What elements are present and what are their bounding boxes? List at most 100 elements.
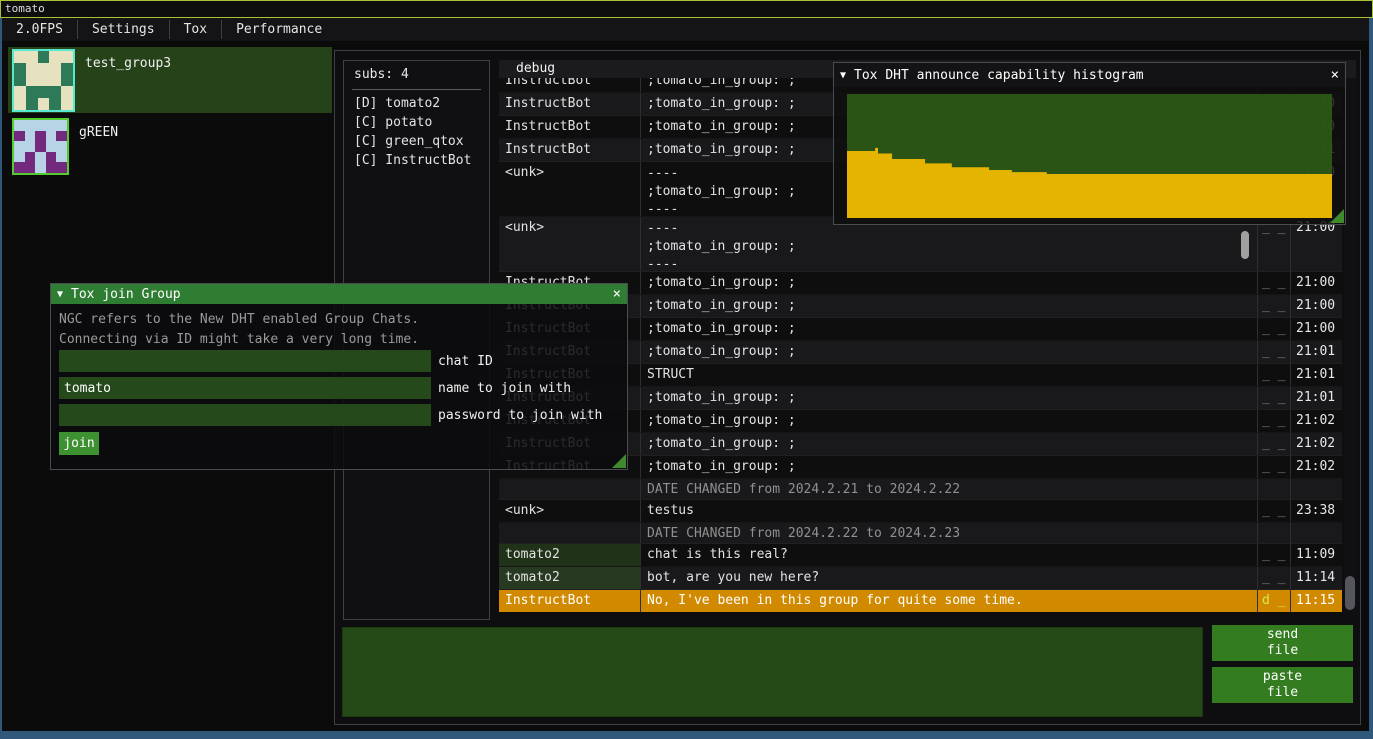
member-item-potato[interactable]: [C] potato <box>344 113 489 132</box>
dht-histogram-title: Tox DHT announce capability histogram <box>854 68 1144 83</box>
avatar-pixel <box>49 98 61 110</box>
sender-name: <unk> <box>499 162 640 216</box>
join-password-label: password to join with <box>438 408 602 423</box>
avatar-pixel <box>61 75 73 87</box>
avatar-pixel <box>35 131 46 142</box>
message-cell-scrollbar[interactable] <box>1241 231 1249 259</box>
menu-item-2-0fps[interactable]: 2.0FPS <box>2 18 77 41</box>
dht-histogram-plot <box>847 94 1332 218</box>
paste-file-button[interactable]: paste file <box>1212 667 1353 703</box>
message-text: ;tomato_in_group: ; <box>640 387 1257 409</box>
delivery-status: _ _ <box>1257 341 1290 363</box>
message-text: ;tomato_in_group: ; <box>640 410 1257 432</box>
message-line: ;tomato_in_group: ; <box>647 238 1257 256</box>
avatar-pixel <box>49 75 61 87</box>
menu-item-performance[interactable]: Performance <box>222 18 336 41</box>
message-input[interactable] <box>342 627 1203 717</box>
join-button[interactable]: join <box>59 432 99 455</box>
dht-histogram-window: ▼ Tox DHT announce capability histogram … <box>833 62 1346 225</box>
delivery-status: _ _ <box>1257 364 1290 386</box>
delivery-status: _ _ <box>1257 567 1290 589</box>
resize-grip[interactable] <box>1330 209 1344 223</box>
avatar-pixel <box>38 51 50 63</box>
resize-grip[interactable] <box>612 454 626 468</box>
message-text: ;tomato_in_group: ; <box>640 341 1257 363</box>
avatar-pixel <box>35 141 46 152</box>
message-time: 21:01 <box>1290 341 1342 363</box>
group-item-test_group3[interactable]: test_group3 <box>8 47 332 113</box>
delivery-status: _ _ <box>1257 387 1290 409</box>
avatar-pixel <box>14 152 25 163</box>
avatar-pixel <box>49 63 61 75</box>
sender-name: <unk> <box>499 217 640 271</box>
avatar-pixel <box>26 51 38 63</box>
date-changed-row[interactable]: DATE CHANGED from 2024.2.21 to 2024.2.22 <box>499 479 1342 500</box>
message-row[interactable]: <unk>testus_ _23:38 <box>499 500 1342 523</box>
sender-name: <unk> <box>499 500 640 522</box>
chat-scrollbar-thumb[interactable] <box>1345 576 1355 610</box>
collapse-arrow-icon[interactable]: ▼ <box>57 289 63 300</box>
member-item-green_qtox[interactable]: [C] green_qtox <box>344 132 489 151</box>
message-text: bot, are you new here? <box>640 567 1257 589</box>
message-time: 11:09 <box>1290 544 1342 566</box>
avatar-pixel <box>49 51 61 63</box>
send-file-button[interactable]: send file <box>1212 625 1353 661</box>
sender-name: InstructBot <box>499 78 640 92</box>
avatar-pixel <box>26 75 38 87</box>
frame-bottom <box>0 731 1373 739</box>
join-description-line2: Connecting via ID might take a very long… <box>59 332 419 347</box>
avatar-pixel <box>46 131 57 142</box>
chat-id-field[interactable] <box>59 350 431 372</box>
join-name-field[interactable] <box>59 377 431 399</box>
member-item-tomato2[interactable]: [D] tomato2 <box>344 94 489 113</box>
sender-name <box>499 523 640 543</box>
window-titlebar[interactable]: tomato <box>0 0 1373 18</box>
message-time: 11:15 <box>1290 590 1342 612</box>
join-group-title: Tox join Group <box>71 287 181 302</box>
group-name: gREEN <box>79 125 118 173</box>
frame-left <box>0 18 2 739</box>
avatar-pixel <box>25 131 36 142</box>
join-name-label: name to join with <box>438 381 571 396</box>
message-time: 21:00 <box>1290 295 1342 317</box>
join-password-field[interactable] <box>59 404 431 426</box>
delivery-status: _ _ <box>1257 500 1290 522</box>
date-changed-row[interactable]: DATE CHANGED from 2024.2.22 to 2024.2.23 <box>499 523 1342 544</box>
sender-name: tomato2 <box>499 567 640 589</box>
avatar-pixel <box>14 131 25 142</box>
group-item-green[interactable]: gREEN <box>8 116 332 173</box>
delivery-status: _ _ <box>1257 433 1290 455</box>
message-row[interactable]: tomato2chat is this real?_ _11:09 <box>499 544 1342 567</box>
avatar-pixel <box>38 98 50 110</box>
dht-histogram-titlebar[interactable]: ▼ Tox DHT announce capability histogram … <box>834 63 1345 87</box>
join-group-titlebar[interactable]: ▼ Tox join Group × <box>51 284 627 304</box>
delivery-status: _ _ <box>1257 456 1290 478</box>
app-root: tomato 2.0FPSSettingsToxPerformance test… <box>0 0 1373 739</box>
delivery-status: _ _ <box>1257 217 1290 271</box>
message-time: 21:02 <box>1290 433 1342 455</box>
avatar-pixel <box>26 86 38 98</box>
avatar-pixel <box>56 141 67 152</box>
message-row[interactable]: tomato2bot, are you new here?_ _11:14 <box>499 567 1342 590</box>
menu-item-tox[interactable]: Tox <box>170 18 221 41</box>
delivery-status: _ _ <box>1257 410 1290 432</box>
member-item-instructbot[interactable]: [C] InstructBot <box>344 151 489 170</box>
message-row[interactable]: <unk>----;tomato_in_group: ;----_ _21:00 <box>499 217 1342 272</box>
message-time <box>1290 523 1342 543</box>
message-text: ;tomato_in_group: ; <box>640 433 1257 455</box>
close-icon[interactable]: × <box>1331 67 1339 83</box>
close-icon[interactable]: × <box>613 286 621 302</box>
chat-id-label: chat ID <box>438 354 493 369</box>
message-text: ;tomato_in_group: ; <box>640 295 1257 317</box>
collapse-arrow-icon[interactable]: ▼ <box>840 70 846 81</box>
message-row[interactable]: InstructBotNo, I've been in this group f… <box>499 590 1342 612</box>
menu-item-settings[interactable]: Settings <box>78 18 169 41</box>
sender-name: InstructBot <box>499 116 640 138</box>
avatar-pixel <box>56 162 67 173</box>
delivery-status: _ _ <box>1257 318 1290 340</box>
avatar-pixel <box>56 120 67 131</box>
join-group-window: ▼ Tox join Group × NGC refers to the New… <box>50 283 628 470</box>
avatar-pixel <box>14 141 25 152</box>
message-time: 21:00 <box>1290 217 1342 271</box>
delivery-status: d _ <box>1257 590 1290 612</box>
